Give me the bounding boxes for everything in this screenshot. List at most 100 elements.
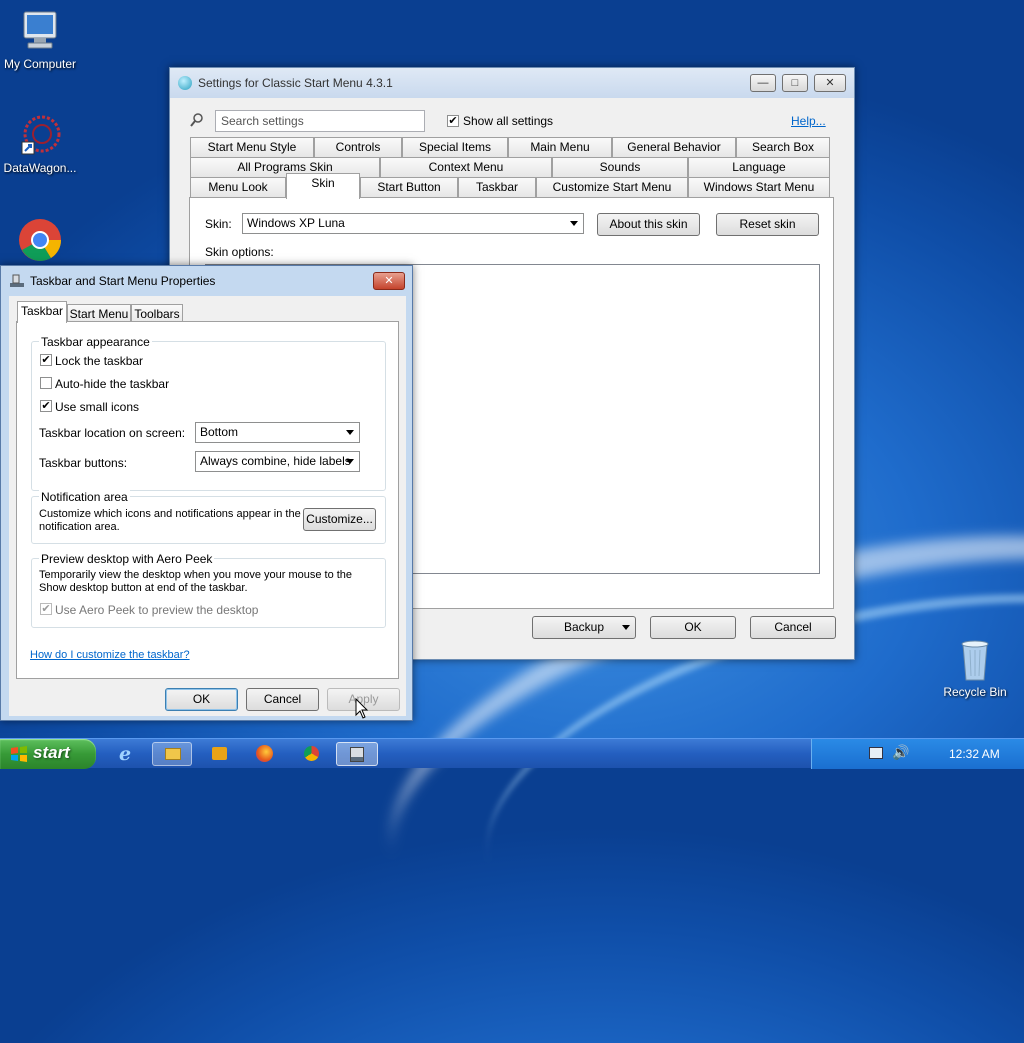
- taskbar-explorer[interactable]: [152, 742, 192, 766]
- tab-general-behavior[interactable]: General Behavior: [612, 137, 736, 157]
- mouse-cursor-icon: [355, 698, 369, 719]
- network-icon[interactable]: [869, 747, 883, 759]
- start-label: start: [33, 743, 70, 762]
- autohide-checkbox[interactable]: [40, 377, 52, 389]
- clock[interactable]: 12:32 AM: [949, 747, 1000, 761]
- close-button[interactable]: ✕: [814, 74, 846, 92]
- tab-windows-start-menu[interactable]: Windows Start Menu: [688, 177, 830, 197]
- taskbar-tab-panel: Taskbar appearance ✔ Lock the taskbar Au…: [16, 321, 399, 679]
- start-button[interactable]: start: [0, 739, 96, 769]
- skin-value: Windows XP Luna: [247, 216, 345, 230]
- location-dropdown[interactable]: Bottom: [195, 422, 360, 443]
- skin-options-label: Skin options:: [205, 245, 274, 259]
- tab-context-menu[interactable]: Context Menu: [380, 157, 552, 177]
- tab-controls[interactable]: Controls: [314, 137, 402, 157]
- tab-skin[interactable]: Skin: [286, 173, 360, 199]
- close-button[interactable]: ✕: [373, 272, 405, 290]
- dialog-cancel-button[interactable]: Cancel: [246, 688, 319, 711]
- shell-icon: [178, 76, 192, 90]
- tab-taskbar[interactable]: Taskbar: [458, 177, 536, 197]
- chrome-icon: [304, 746, 319, 761]
- datawagon-icon: [21, 115, 61, 155]
- desktop-icon-label: DataWagon...: [3, 161, 77, 175]
- taskbar-firefox[interactable]: [245, 742, 283, 766]
- folder-icon: [165, 748, 181, 760]
- tab-language[interactable]: Language: [688, 157, 830, 177]
- help-link[interactable]: How do I customize the taskbar?: [30, 649, 190, 661]
- aero-peek-text-2: Show desktop button at end of the taskba…: [39, 582, 248, 594]
- lock-taskbar-checkbox[interactable]: ✔: [40, 354, 52, 366]
- aero-peek-checkbox[interactable]: ✔: [40, 603, 52, 615]
- settings-cancel-button[interactable]: Cancel: [750, 616, 836, 639]
- notification-text-2: notification area.: [39, 521, 120, 533]
- lock-taskbar-label: Lock the taskbar: [55, 354, 144, 368]
- tab-menu-look[interactable]: Menu Look: [190, 177, 286, 197]
- taskbar-properties-task[interactable]: [336, 742, 378, 766]
- customize-button[interactable]: Customize...: [303, 508, 376, 531]
- aero-peek-label: Use Aero Peek to preview the desktop: [55, 603, 259, 617]
- show-all-checkbox[interactable]: ✔: [447, 115, 459, 127]
- taskbar-ie[interactable]: e: [108, 742, 146, 766]
- show-all-label: Show all settings: [463, 114, 554, 128]
- taskbar-media-player[interactable]: [200, 742, 238, 766]
- buttons-dropdown[interactable]: Always combine, hide labels: [195, 451, 360, 472]
- taskbar-properties-icon: [10, 274, 24, 287]
- close-icon: ✕: [825, 77, 835, 89]
- tab-main-menu[interactable]: Main Menu: [508, 137, 612, 157]
- aero-peek-text-1: Temporarily view the desktop when you mo…: [39, 569, 353, 581]
- ie-icon: e: [119, 743, 132, 765]
- taskbar-properties-titlebar[interactable]: Taskbar and Start Menu Properties: [1, 266, 412, 296]
- tab-start-menu-style[interactable]: Start Menu Style: [190, 137, 314, 157]
- minimize-icon: —: [757, 77, 769, 89]
- desktop-icon-recycle-bin[interactable]: Recycle Bin: [935, 638, 1015, 699]
- tab-search-box[interactable]: Search Box: [736, 137, 830, 157]
- computer-icon: [23, 11, 57, 49]
- desktop-icon-chrome[interactable]: [0, 218, 80, 265]
- desktop-icon-label: My Computer: [3, 57, 77, 71]
- tab-special-items[interactable]: Special Items: [402, 137, 508, 157]
- help-link[interactable]: Help...: [791, 114, 826, 128]
- taskbar-properties-icon: [350, 747, 364, 762]
- search-icon: [190, 113, 203, 127]
- small-icons-label: Use small icons: [55, 400, 140, 414]
- windows-logo-icon: [11, 746, 27, 762]
- chevron-down-icon: [570, 221, 578, 226]
- taskbar-properties-title: Taskbar and Start Menu Properties: [30, 274, 216, 288]
- notification-heading: Notification area: [39, 490, 130, 504]
- settings-title: Settings for Classic Start Menu 4.3.1: [198, 76, 393, 90]
- notification-text-1: Customize which icons and notifications …: [39, 508, 301, 520]
- backup-label: Backup: [563, 620, 605, 634]
- recycle-bin-icon: [961, 640, 989, 681]
- chevron-down-icon: [346, 430, 354, 435]
- reset-skin-button[interactable]: Reset skin: [716, 213, 819, 236]
- desktop-icon-label: Recycle Bin: [943, 685, 1007, 699]
- settings-ok-button[interactable]: OK: [650, 616, 736, 639]
- desktop-icon-datawagon[interactable]: DataWagon...: [0, 114, 80, 175]
- appearance-heading: Taskbar appearance: [39, 335, 152, 349]
- tab-sounds[interactable]: Sounds: [552, 157, 688, 177]
- taskbar-chrome[interactable]: [292, 742, 330, 766]
- about-skin-button[interactable]: About this skin: [597, 213, 700, 236]
- chevron-down-icon: [346, 459, 354, 464]
- location-value: Bottom: [200, 425, 239, 439]
- close-icon: ✕: [384, 275, 394, 287]
- tab-start-button[interactable]: Start Button: [360, 177, 458, 197]
- buttons-value: Always combine, hide labels: [200, 454, 351, 468]
- skin-label: Skin:: [205, 217, 232, 231]
- chevron-down-icon: [622, 625, 630, 630]
- skin-dropdown[interactable]: Windows XP Luna: [242, 213, 584, 234]
- maximize-icon: □: [791, 77, 799, 89]
- firefox-icon: [256, 745, 273, 762]
- tab-customize-start-menu[interactable]: Customize Start Menu: [536, 177, 688, 197]
- small-icons-checkbox[interactable]: ✔: [40, 400, 52, 412]
- maximize-button[interactable]: □: [782, 74, 808, 92]
- backup-button[interactable]: Backup: [532, 616, 636, 639]
- search-input[interactable]: Search settings: [215, 110, 425, 132]
- dialog-ok-button[interactable]: OK: [165, 688, 238, 711]
- tab-taskbar[interactable]: Taskbar: [17, 301, 67, 323]
- volume-icon[interactable]: 🔊: [892, 744, 909, 761]
- taskbar-properties-window: Taskbar and Start Menu Properties ✕ Task…: [0, 265, 413, 721]
- minimize-button[interactable]: —: [750, 74, 776, 92]
- autohide-label: Auto-hide the taskbar: [55, 377, 170, 391]
- desktop-icon-my-computer[interactable]: My Computer: [0, 10, 80, 71]
